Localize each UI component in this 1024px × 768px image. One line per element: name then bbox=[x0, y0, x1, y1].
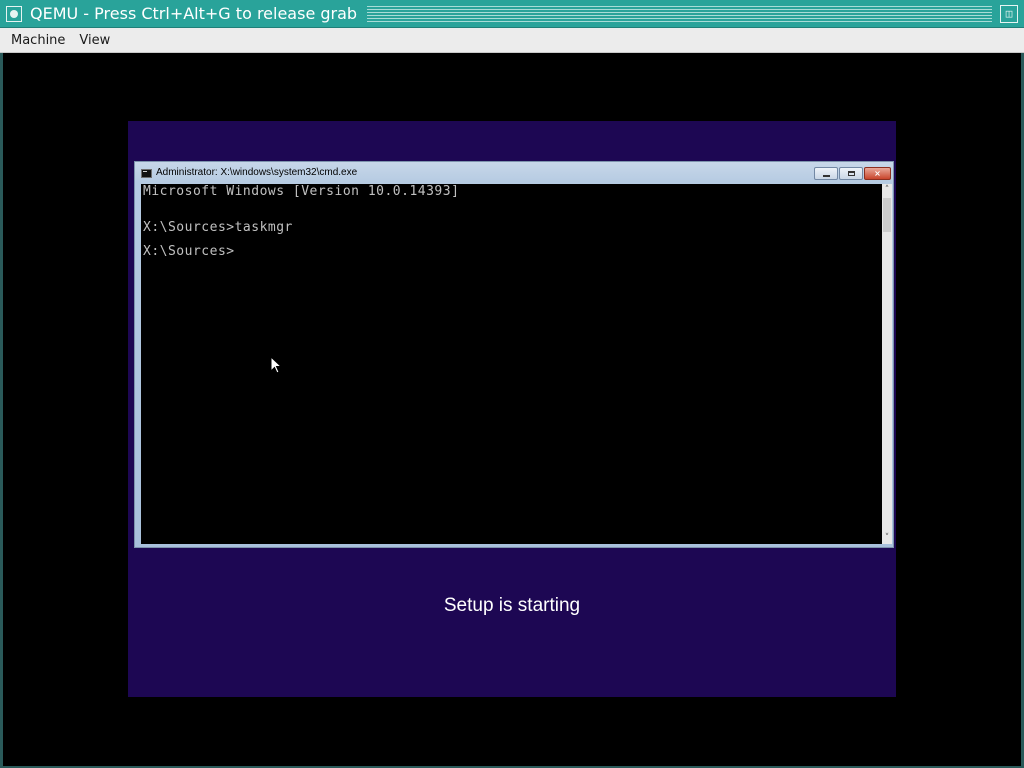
guest-display[interactable]: Setup is starting Administrator: X:\wind… bbox=[3, 53, 1021, 766]
qemu-titlebar[interactable]: QEMU - Press Ctrl+Alt+G to release grab … bbox=[0, 0, 1024, 28]
close-button[interactable]: × bbox=[864, 167, 891, 180]
setup-status-text: Setup is starting bbox=[443, 595, 581, 616]
cmd-title: Administrator: X:\windows\system32\cmd.e… bbox=[156, 167, 358, 178]
close-icon: × bbox=[874, 169, 881, 178]
window-menu-icon[interactable]: ◫ bbox=[1000, 4, 1018, 23]
restore-button[interactable] bbox=[839, 167, 863, 180]
qemu-icon[interactable] bbox=[6, 5, 22, 22]
scroll-up-icon[interactable]: ˄ bbox=[882, 184, 892, 196]
titlebar-grip[interactable] bbox=[367, 5, 992, 22]
vertical-scrollbar[interactable]: ˄ ˅ bbox=[882, 184, 892, 544]
console-prompt[interactable]: X:\Sources> bbox=[143, 244, 235, 259]
console-line: Microsoft Windows [Version 10.0.14393] bbox=[143, 184, 460, 199]
console-output[interactable]: Microsoft Windows [Version 10.0.14393] X… bbox=[141, 184, 882, 544]
scroll-down-icon[interactable]: ˅ bbox=[882, 532, 892, 544]
menu-view[interactable]: View bbox=[73, 33, 118, 48]
menu-machine[interactable]: Machine bbox=[0, 33, 73, 48]
cmd-titlebar[interactable]: Administrator: X:\windows\system32\cmd.e… bbox=[135, 162, 893, 182]
mouse-pointer-icon bbox=[270, 356, 282, 374]
cmd-icon[interactable] bbox=[141, 169, 152, 178]
window-title: QEMU - Press Ctrl+Alt+G to release grab bbox=[30, 4, 358, 23]
minimize-button[interactable] bbox=[814, 167, 838, 180]
console-line: X:\Sources>taskmgr bbox=[143, 220, 293, 235]
cmd-window[interactable]: Administrator: X:\windows\system32\cmd.e… bbox=[134, 161, 894, 548]
menubar: Machine View bbox=[0, 28, 1024, 53]
qemu-window: QEMU - Press Ctrl+Alt+G to release grab … bbox=[0, 0, 1024, 768]
scroll-thumb[interactable] bbox=[883, 198, 891, 232]
